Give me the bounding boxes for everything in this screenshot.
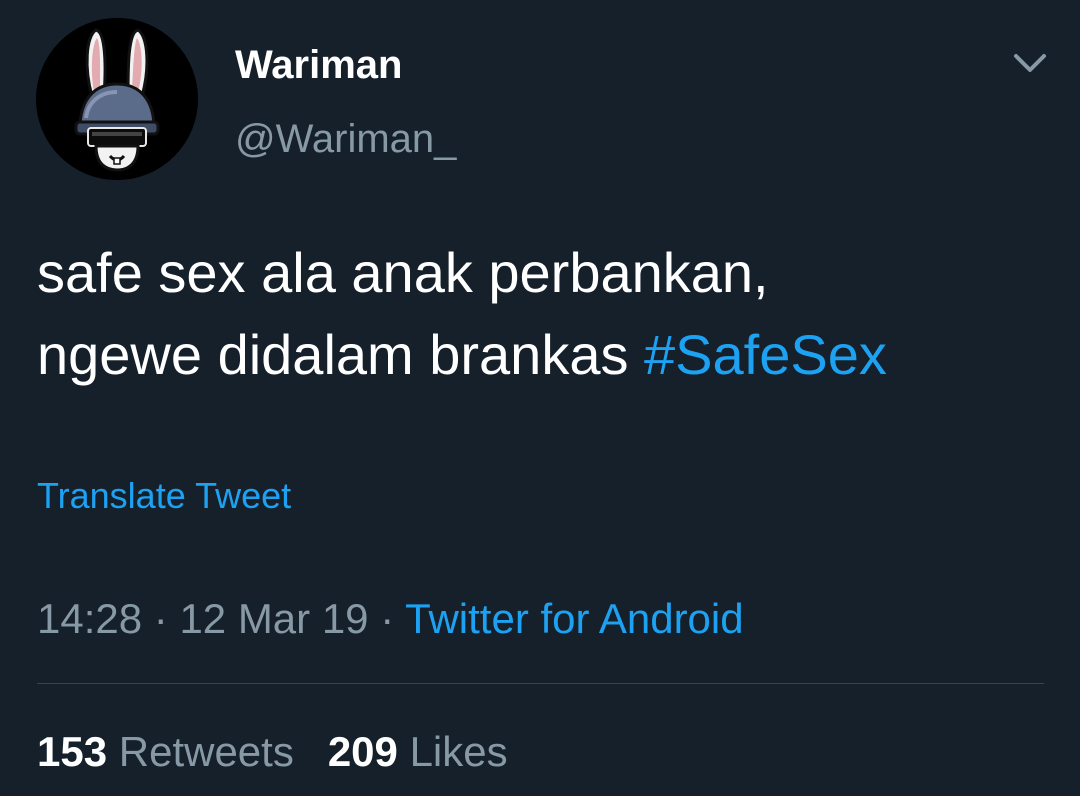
meta-separator: · xyxy=(368,595,406,642)
meta-separator: · xyxy=(142,595,180,642)
divider xyxy=(37,683,1044,684)
bunny-helmet-avatar-icon xyxy=(36,18,198,180)
avatar[interactable] xyxy=(36,18,198,180)
tweet-text-segment: ngewe didalam brankas xyxy=(37,323,645,386)
translate-tweet-link[interactable]: Translate Tweet xyxy=(37,474,291,518)
tweet-time: 14:28 xyxy=(37,595,143,642)
tweet-source-link[interactable]: Twitter for Android xyxy=(405,595,743,642)
tweet-text-line: ngewe didalam brankas #SafeSex xyxy=(37,314,1047,396)
tweet-stats: 153 Retweets 209 Likes xyxy=(37,727,508,777)
tweet-text-line: safe sex ala anak perbankan, xyxy=(37,241,769,304)
hashtag-link[interactable]: #SafeSex xyxy=(644,323,887,386)
tweet-date: 12 Mar 19 xyxy=(179,595,369,642)
tweet-text: safe sex ala anak perbankan, ngewe didal… xyxy=(37,232,1047,396)
author-display-name[interactable]: Wariman xyxy=(235,40,402,90)
chevron-down-icon xyxy=(1014,54,1046,72)
tweet-menu-button[interactable] xyxy=(1008,44,1052,84)
author-handle[interactable]: @Wariman_ xyxy=(235,114,456,164)
likes-stat[interactable]: 209 Likes xyxy=(328,728,508,775)
retweets-stat[interactable]: 153 Retweets xyxy=(37,728,294,775)
retweets-count: 153 xyxy=(37,728,108,775)
retweets-label: Retweets xyxy=(118,728,294,775)
tweet-meta: 14:28 · 12 Mar 19 · Twitter for Android xyxy=(37,594,744,644)
likes-label: Likes xyxy=(409,728,508,775)
likes-count: 209 xyxy=(327,728,398,775)
